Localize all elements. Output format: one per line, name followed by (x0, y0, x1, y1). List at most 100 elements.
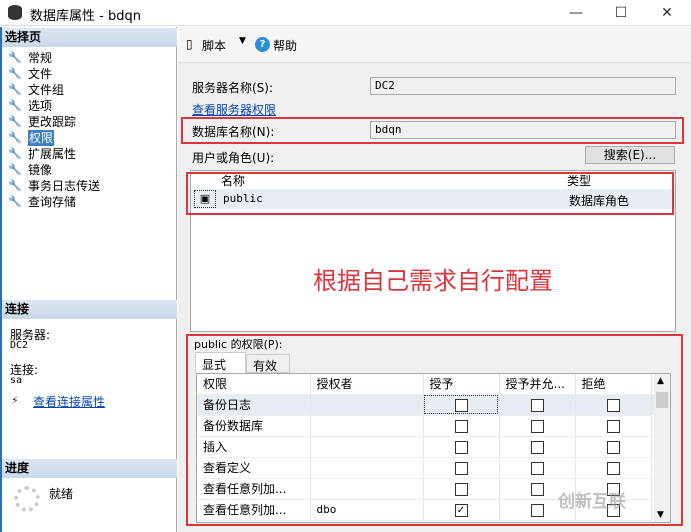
db-name-field[interactable]: bdqn (370, 121, 676, 139)
select-page-header: 选择页 (2, 28, 177, 47)
col-grant[interactable]: 授予 (423, 374, 500, 395)
window-title: 数据库属性 - bdqn (30, 9, 141, 24)
permission-row[interactable]: 插入 (197, 436, 670, 458)
page-item[interactable]: 🔧 扩展属性 (8, 146, 76, 162)
users-highlight (186, 172, 674, 215)
page-item[interactable]: 🔧 镜像 (8, 162, 52, 178)
page-item[interactable]: 🔧 文件组 (8, 82, 64, 98)
wrench-icon: 🔧 (8, 147, 22, 160)
page-item[interactable]: 🔧 查询存储 (8, 194, 76, 210)
view-connection-properties-link[interactable]: 查看连接属性 (33, 393, 105, 410)
permission-row[interactable]: 备份日志 (197, 394, 670, 416)
db-name-label: 数据库名称(N): (192, 125, 275, 139)
grantor (310, 415, 424, 437)
page-item-label: 文件 (28, 67, 53, 81)
right-panel: ▯ 脚本 ▼ ? 帮助 服务器名称(S): DC2 查看服务器权限 数据库名称(… (178, 27, 691, 532)
user-role-label: 用户或角色(U): (192, 151, 275, 165)
page-item[interactable]: 🔧 常规 (8, 50, 52, 66)
page-item-label: 更改跟踪 (28, 115, 77, 129)
tab-explicit[interactable]: 显式 (195, 352, 246, 373)
connection-header: 连接 (2, 300, 177, 319)
close-button[interactable]: ✕ (647, 2, 687, 24)
deny-checkbox[interactable] (606, 440, 620, 454)
permission-name: 查看定义 (197, 457, 311, 479)
page-item-label: 选项 (28, 99, 53, 113)
grant-checkbox[interactable] (454, 419, 468, 433)
grant-checkbox[interactable] (454, 440, 468, 454)
col-permission[interactable]: 权限 (197, 374, 311, 395)
tab-effective[interactable]: 有效 (246, 354, 290, 373)
scroll-thumb[interactable] (656, 392, 668, 408)
plug-icon: ⚡ (11, 394, 19, 407)
wrench-icon: 🔧 (8, 51, 22, 64)
page-item-label: 文件组 (28, 83, 65, 97)
wrench-icon: 🔧 (8, 99, 22, 112)
wrench-icon: 🔧 (8, 67, 22, 80)
chevron-down-icon[interactable]: ▼ (239, 36, 246, 46)
grant-checkbox[interactable] (454, 482, 468, 496)
watermark: 创新互联 (558, 492, 626, 512)
server-name-field[interactable]: DC2 (370, 77, 676, 95)
grant-checkbox[interactable] (454, 398, 468, 412)
grantor (310, 457, 424, 479)
page-item[interactable]: 🔧 权限 (8, 130, 55, 146)
script-button[interactable]: 脚本 (202, 37, 226, 54)
with-grant-checkbox[interactable] (530, 398, 544, 412)
deny-checkbox[interactable] (606, 461, 620, 475)
page-item-label: 查询存储 (28, 195, 77, 209)
with-grant-checkbox[interactable] (530, 503, 544, 517)
wrench-icon: 🔧 (8, 131, 22, 144)
progress-status: 就绪 (49, 487, 74, 501)
deny-checkbox[interactable] (606, 419, 620, 433)
database-icon (8, 5, 22, 20)
toolbar: ▯ 脚本 ▼ ? 帮助 (178, 27, 691, 63)
page-item-label: 权限 (28, 130, 55, 146)
with-grant-checkbox[interactable] (530, 461, 544, 475)
help-button[interactable]: 帮助 (273, 37, 297, 54)
minimize-button[interactable]: — (556, 2, 596, 24)
server-value: DC2 (10, 340, 29, 351)
page-item-label: 扩展属性 (28, 147, 77, 161)
wrench-icon: 🔧 (8, 179, 22, 192)
title-bar: 数据库属性 - bdqn — ☐ ✕ (0, 0, 691, 26)
search-button[interactable]: 搜索(E)... (585, 146, 675, 164)
permission-row[interactable]: 查看定义 (197, 457, 670, 479)
scroll-up-icon[interactable]: ▲ (657, 376, 664, 386)
view-server-permissions-link[interactable]: 查看服务器权限 (192, 101, 276, 118)
maximize-button[interactable]: ☐ (601, 2, 641, 24)
with-grant-checkbox[interactable] (530, 440, 544, 454)
permission-name: 备份日志 (197, 394, 311, 416)
permission-name: 查看任意列加... (197, 478, 311, 500)
page-item-label: 常规 (28, 51, 53, 65)
wrench-icon: 🔧 (8, 83, 22, 96)
page-item[interactable]: 🔧 更改跟踪 (8, 114, 76, 130)
script-icon: ▯ (186, 37, 193, 51)
grant-checkbox[interactable] (454, 461, 468, 475)
annotation-text: 根据自己需求自行配置 (313, 267, 553, 295)
col-deny[interactable]: 拒绝 (575, 374, 652, 395)
with-grant-checkbox[interactable] (530, 482, 544, 496)
page-item[interactable]: 🔧 文件 (8, 66, 52, 82)
left-panel: 选择页 🔧 常规 🔧 文件 🔧 文件组 🔧 选项 🔧 更改跟踪 🔧 权限 🔧 扩展属性 🔧 镜像 🔧 事务日志传送… (0, 27, 177, 532)
wrench-icon: 🔧 (8, 115, 22, 128)
page-item[interactable]: 🔧 选项 (8, 98, 52, 114)
page-item[interactable]: 🔧 事务日志传送 (8, 178, 100, 194)
grantor (310, 394, 424, 416)
permission-name: 插入 (197, 436, 311, 458)
server-name-label: 服务器名称(S): (192, 81, 274, 95)
col-with-grant[interactable]: 授予并允... (499, 374, 576, 395)
deny-checkbox[interactable] (606, 398, 620, 412)
scrollbar[interactable]: ▲ ▼ (654, 374, 670, 522)
permission-name: 查看任意列加... (197, 499, 311, 521)
with-grant-checkbox[interactable] (530, 419, 544, 433)
connection-value: sa (10, 375, 23, 386)
grantor: dbo (310, 499, 424, 521)
permission-row[interactable]: 备份数据库 (197, 415, 670, 437)
grantor (310, 436, 424, 458)
grant-checkbox[interactable]: ✓ (454, 503, 468, 517)
scroll-down-icon[interactable]: ▼ (657, 510, 664, 520)
progress-header: 进度 (2, 459, 177, 478)
col-grantor[interactable]: 授权者 (310, 374, 424, 395)
spinner-icon (14, 486, 40, 512)
page-item-label: 镜像 (28, 163, 53, 177)
